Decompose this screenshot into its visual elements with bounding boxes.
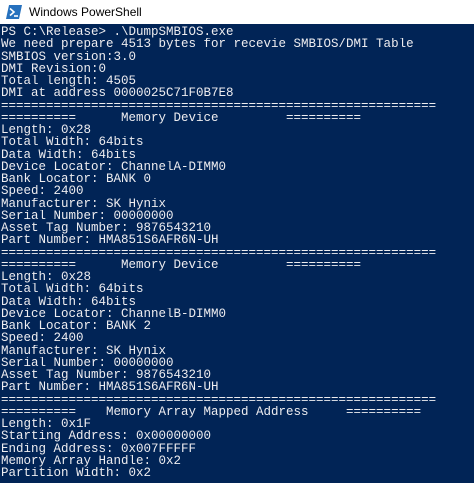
console-line: Total Width: 64bits <box>1 283 144 296</box>
console-line: ========== Memory Device ========== <box>1 111 362 124</box>
console-line: Ending Address: 0x007FFFFF <box>1 442 197 455</box>
window-title: Windows PowerShell <box>29 5 142 19</box>
console-line: Bank Locator: BANK 0 <box>1 173 152 186</box>
console-line: DMI at address 0000025C71F0B7E8 <box>1 87 234 100</box>
console-line: Asset Tag Number: 9876543210 <box>1 369 212 382</box>
console-lines: PS C:\Release> .\DumpSMBIOS.exe We need p… <box>1 26 474 479</box>
console-line: Device Locator: ChannelB-DIMM0 <box>1 307 227 320</box>
console-line: Total Width: 64bits <box>1 136 144 149</box>
console-line: Speed: 2400 <box>1 185 84 198</box>
console-line: Serial Number: 00000000 <box>1 209 174 222</box>
powershell-icon <box>6 5 22 19</box>
console-line: Data Width: 64bits <box>1 295 137 308</box>
console-line: Memory Array Handle: 0x2 <box>1 454 182 467</box>
powershell-window: Windows PowerShell PS C:\Release> .\Dump… <box>0 0 474 483</box>
console-line: Bank Locator: BANK 2 <box>1 320 152 333</box>
console-line: Device Locator: ChannelA-DIMM0 <box>1 160 227 173</box>
console-line: Total length: 4505 <box>1 75 137 88</box>
console-line: ========================================… <box>1 393 437 406</box>
console-line: ========== Memory Array Mapped Address =… <box>1 405 422 418</box>
console-line: Speed: 2400 <box>1 332 84 345</box>
console-line: Manufacturer: SK Hynix <box>1 344 167 357</box>
console-line: Part Number: HMA851S6AFR6N-UH <box>1 234 219 247</box>
console-line: Serial Number: 00000000 <box>1 356 174 369</box>
console-line: Length: 0x28 <box>1 124 92 137</box>
console-line: SMBIOS version:3.0 <box>1 50 137 63</box>
console-line: Starting Address: 0x00000000 <box>1 430 212 443</box>
console-line: Data Width: 64bits <box>1 148 137 161</box>
console-line: Manufacturer: SK Hynix <box>1 197 167 210</box>
console-line: DMI Revision:0 <box>1 62 107 75</box>
console-line: ========================================… <box>1 246 437 259</box>
console-line: Length: 0x1F <box>1 418 92 431</box>
console-line: We need prepare 4513 bytes for recevie S… <box>1 38 414 51</box>
console-line: Partition Width: 0x2 <box>1 467 152 480</box>
console-line: ========================================… <box>1 99 437 112</box>
console-line: Part Number: HMA851S6AFR6N-UH <box>1 381 219 394</box>
console-line: PS C:\Release> .\DumpSMBIOS.exe <box>1 26 234 39</box>
title-bar[interactable]: Windows PowerShell <box>0 0 474 24</box>
console-line: Length: 0x28 <box>1 271 92 284</box>
console-output[interactable]: PS C:\Release> .\DumpSMBIOS.exe We need p… <box>0 24 474 483</box>
console-line: Asset Tag Number: 9876543210 <box>1 222 212 235</box>
console-line: ========== Memory Device ========== <box>1 258 362 271</box>
